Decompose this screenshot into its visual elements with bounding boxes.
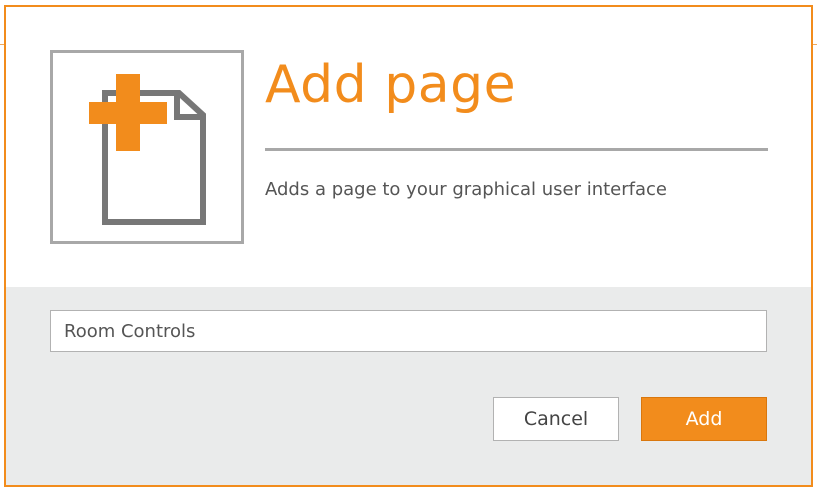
- add-page-icon: [89, 74, 206, 225]
- dialog-footer: Cancel Add: [6, 287, 811, 485]
- cancel-button[interactable]: Cancel: [493, 397, 619, 441]
- add-page-dialog: Add page Adds a page to your graphical u…: [4, 5, 813, 487]
- dialog-header: Add page Adds a page to your graphical u…: [6, 7, 811, 287]
- title-divider: [265, 148, 768, 151]
- add-button[interactable]: Add: [641, 397, 767, 441]
- dialog-title: Add page: [265, 55, 517, 115]
- add-page-icon-frame: [50, 50, 244, 244]
- dialog-description: Adds a page to your graphical user inter…: [265, 179, 667, 200]
- page-name-input[interactable]: [50, 310, 767, 352]
